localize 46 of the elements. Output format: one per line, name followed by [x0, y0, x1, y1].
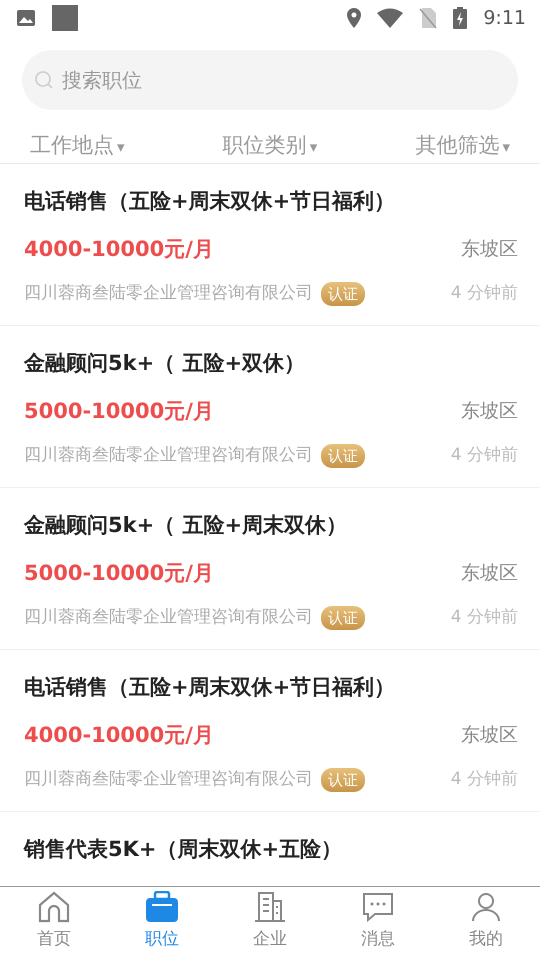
battery-icon: [453, 7, 468, 29]
nav-tab[interactable]: 消息: [324, 887, 432, 960]
filter-dropdown[interactable]: 其他筛选▾: [415, 128, 510, 163]
district-text: 东坡区: [461, 399, 518, 424]
job-title[interactable]: 销售代表5K+（周末双休+五险）: [24, 834, 518, 866]
job-title[interactable]: 金融顾问5k+（ 五险+周末双休）: [24, 510, 518, 542]
nav-tab[interactable]: 我的: [432, 887, 540, 960]
salary-text: 5000-10000元/月: [24, 398, 214, 424]
clock-time: 9:11: [483, 6, 526, 31]
posted-time: 4 分钟前: [450, 768, 518, 791]
district-text: 东坡区: [461, 723, 518, 748]
filter-dropdown[interactable]: 工作地点▾: [30, 128, 125, 163]
nav-tab[interactable]: 首页: [0, 887, 108, 960]
posted-time: 4 分钟前: [450, 606, 518, 629]
filter-dropdown[interactable]: 职位类别▾: [222, 128, 318, 163]
company-name: 四川蓉商叁陆零企业管理咨询有限公司: [24, 444, 313, 467]
job-title[interactable]: 金融顾问5k+（ 五险+双休）: [24, 348, 518, 380]
posted-time: 4 分钟前: [450, 444, 518, 467]
chat-icon: [361, 891, 395, 923]
image-icon: [16, 8, 36, 28]
verified-badge: 认证: [321, 606, 365, 630]
company-name: 四川蓉商叁陆零企业管理咨询有限公司: [24, 282, 313, 305]
search-field[interactable]: 搜索职位: [22, 50, 518, 110]
verified-badge: 认证: [321, 444, 365, 468]
nav-tab[interactable]: 企业: [216, 887, 324, 960]
company-name: 四川蓉商叁陆零企业管理咨询有限公司: [24, 606, 313, 629]
salary-text: 4000-10000元/月: [24, 722, 214, 748]
company-name: 四川蓉商叁陆零企业管理咨询有限公司: [24, 768, 313, 791]
wifi-icon: [377, 8, 404, 28]
no-sim-icon: [419, 7, 438, 29]
salary-text: 5000-10000元/月: [24, 560, 214, 586]
district-text: 东坡区: [461, 237, 518, 262]
location-icon: [347, 8, 362, 28]
nav-tab[interactable]: 职位: [108, 887, 216, 960]
verified-badge: 认证: [321, 768, 365, 792]
briefcase-icon: [145, 891, 179, 923]
home-icon: [37, 891, 71, 923]
district-text: 东坡区: [461, 561, 518, 586]
job-title[interactable]: 电话销售（五险+周末双休+节日福利）: [24, 186, 518, 218]
verified-badge: 认证: [321, 282, 365, 306]
person-icon: [469, 891, 503, 923]
job-title[interactable]: 电话销售（五险+周末双休+节日福利）: [24, 672, 518, 704]
posted-time: 4 分钟前: [450, 282, 518, 305]
building-icon: [253, 891, 287, 923]
salary-text: 4000-10000元/月: [24, 236, 214, 262]
square-icon: [52, 5, 78, 31]
